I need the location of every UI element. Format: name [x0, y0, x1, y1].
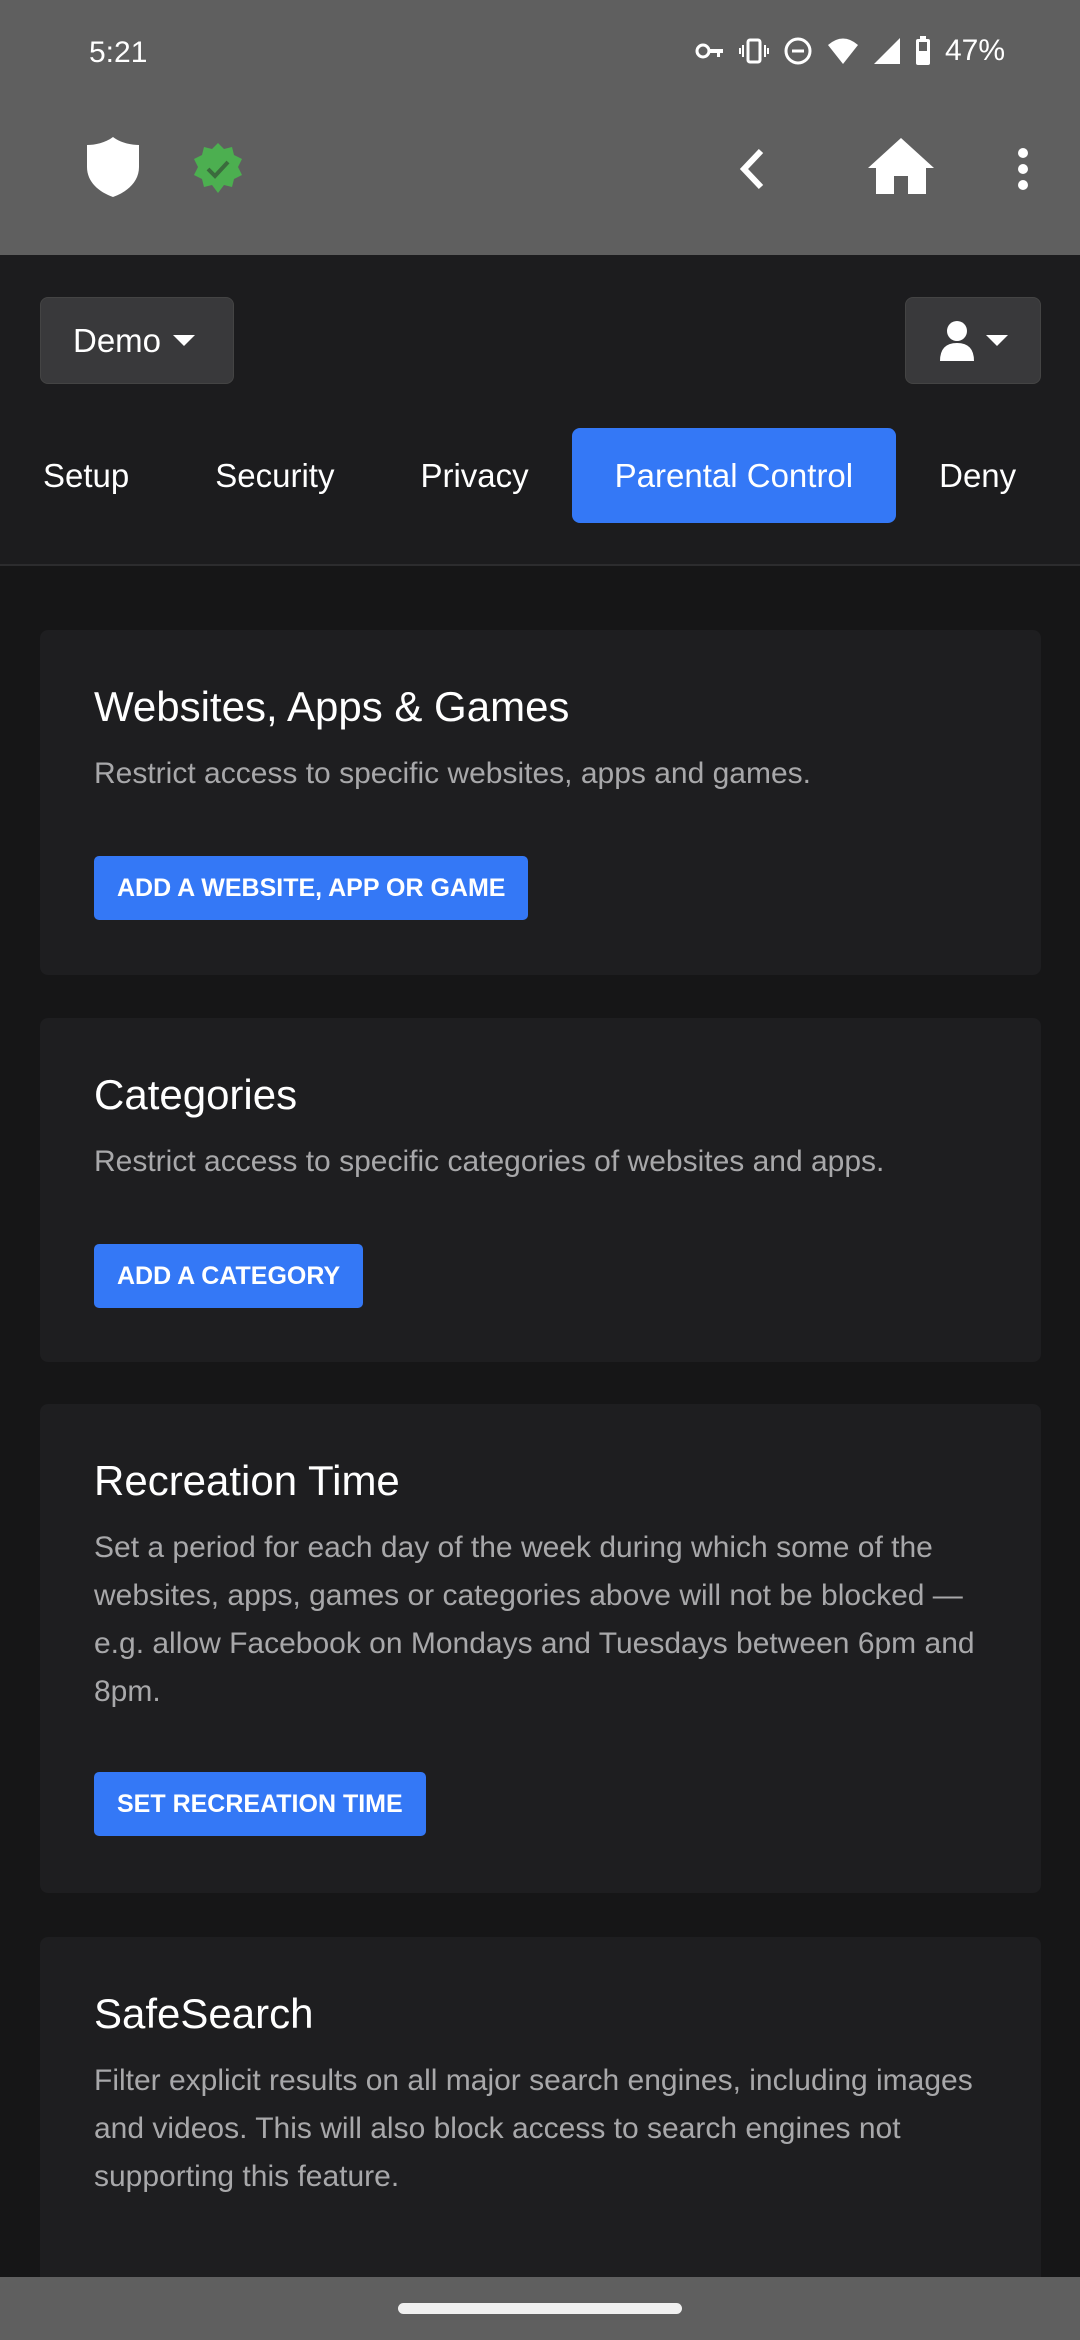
wifi-icon [827, 38, 858, 64]
card-websites-apps-games: Websites, Apps & Games Restrict access t… [40, 630, 1041, 975]
caret-down-icon [173, 335, 196, 346]
tab-parental-control[interactable]: Parental Control [571, 428, 897, 523]
battery-percent: 47% [944, 34, 1005, 67]
tab-privacy[interactable]: Privacy [377, 428, 571, 523]
card-title: Categories [94, 1071, 298, 1118]
gesture-handle[interactable] [398, 2303, 682, 2314]
card-categories: Categories Restrict access to specific c… [40, 1018, 1041, 1362]
add-category-button[interactable]: ADD A CATEGORY [94, 1244, 364, 1308]
card-description: Set a period for each day of the week du… [94, 1531, 975, 1708]
status-time: 5:21 [89, 36, 148, 69]
app-toolbar [0, 100, 1080, 255]
set-recreation-time-button[interactable]: SET RECREATION TIME [94, 1772, 426, 1836]
status-icons: 47% [695, 34, 1005, 68]
card-description: Restrict access to specific websites, ap… [94, 757, 811, 790]
signal-icon [873, 38, 900, 64]
card-title: Websites, Apps & Games [94, 683, 570, 730]
status-bar: 5:21 47% [0, 0, 1080, 100]
vibrate-icon [738, 38, 769, 64]
tab-deny[interactable]: Deny [896, 428, 1059, 523]
battery-icon [915, 36, 930, 65]
dnd-icon [784, 37, 812, 65]
more-vert-icon[interactable] [1013, 148, 1033, 190]
user-icon [940, 320, 974, 361]
card-recreation-time: Recreation Time Set a period for each da… [40, 1404, 1041, 1893]
tab-security[interactable]: Security [172, 428, 377, 523]
add-website-app-game-button[interactable]: ADD A WEBSITE, APP OR GAME [94, 856, 529, 920]
caret-down-icon [986, 335, 1008, 346]
verified-badge-icon [194, 143, 242, 193]
tab-setup[interactable]: Setup [0, 428, 172, 523]
home-icon[interactable] [866, 138, 936, 194]
tab-bar: Setup Security Privacy Parental Control … [0, 428, 1059, 523]
card-title: SafeSearch [94, 1990, 314, 2037]
account-menu-button[interactable] [905, 297, 1041, 384]
profile-select-dropdown[interactable]: Demo [40, 297, 234, 384]
card-description: Filter explicit results on all major sea… [94, 2064, 973, 2193]
profile-select-label: Demo [73, 321, 162, 359]
card-title: Recreation Time [94, 1457, 400, 1504]
card-description: Restrict access to specific categories o… [94, 1145, 885, 1178]
vpn-key-icon [695, 43, 723, 59]
back-icon[interactable] [737, 148, 767, 190]
shield-icon[interactable] [85, 137, 141, 197]
